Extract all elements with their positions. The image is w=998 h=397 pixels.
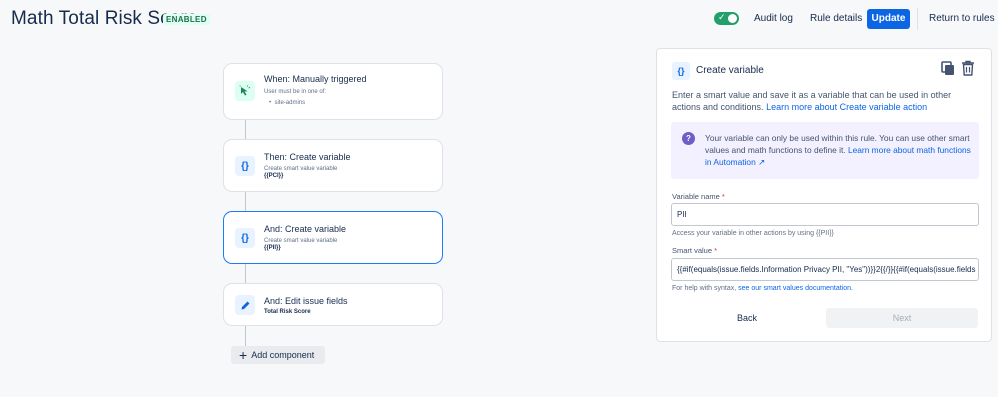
back-button[interactable]: Back [722, 308, 772, 328]
smart-value-help: For help with syntax, see our smart valu… [672, 285, 853, 292]
trigger-card[interactable]: When: Manually triggered User must be in… [223, 63, 443, 120]
smart-values-docs-link[interactable]: see our smart values documentation. [738, 285, 853, 292]
smart-value-input[interactable]: {{#if(equals(issue.fields.Information Pr… [671, 258, 979, 281]
pencil-icon [235, 295, 255, 315]
flow-connector [245, 191, 246, 211]
curly-braces-icon: {} [672, 62, 690, 80]
curly-braces-icon: {} [235, 156, 255, 176]
required-mark: * [714, 246, 718, 255]
info-text-block: Your variable can only be used within th… [705, 132, 975, 168]
action-subtitle: Create smart value variable [264, 166, 338, 172]
action-value: Total Risk Score [264, 309, 311, 315]
create-variable-panel: {} Create variable Enter a smart value a… [656, 48, 992, 342]
action-subtitle: Create smart value variable [264, 238, 338, 244]
action-card-edit-issue-fields[interactable]: And: Edit issue fields Total Risk Score [223, 283, 443, 326]
plus-icon: + [239, 347, 248, 363]
rule-enabled-toggle[interactable]: ✓ [714, 12, 739, 25]
smart-value-label: Smart value * [672, 246, 717, 255]
audit-log-button[interactable]: Audit log [754, 9, 793, 29]
variable-name-label: Variable name * [672, 192, 725, 201]
rule-details-button[interactable]: Rule details [810, 9, 862, 29]
curly-braces-icon: {} [235, 228, 255, 248]
trigger-subtitle: User must be in one of: [264, 89, 327, 95]
flow-connector [245, 119, 246, 139]
action-title: And: Create variable [264, 224, 347, 234]
copy-icon[interactable] [941, 61, 955, 77]
question-icon: ? [682, 132, 695, 145]
learn-more-link[interactable]: Learn more about Create variable action [766, 102, 927, 112]
trigger-list-label: site-admins [274, 100, 306, 106]
variable-name-input[interactable]: PII [671, 203, 979, 226]
status-badge: ENABLED [163, 14, 210, 25]
add-component-label: Add component [251, 350, 315, 360]
action-card-create-variable-pci[interactable]: {} Then: Create variable Create smart va… [223, 139, 443, 192]
action-title: And: Edit issue fields [264, 296, 348, 306]
panel-description: Enter a smart value and save it as a var… [672, 89, 982, 113]
trigger-list-item: • site-admins [269, 100, 305, 106]
variable-name-label-text: Variable name [672, 192, 720, 201]
required-mark: * [721, 192, 725, 201]
check-icon: ✓ [718, 13, 726, 23]
info-message: ? Your variable can only be used within … [671, 122, 979, 179]
variable-name-help: Access your variable in other actions by… [672, 230, 834, 237]
return-to-rules-button[interactable]: Return to rules [929, 9, 995, 29]
flow-connector [245, 325, 246, 346]
panel-title: Create variable [696, 65, 764, 76]
action-value: {{PII}} [264, 245, 281, 251]
action-title: Then: Create variable [264, 152, 351, 162]
update-button[interactable]: Update [867, 9, 910, 29]
trash-icon[interactable] [961, 60, 975, 76]
action-card-create-variable-pii[interactable]: {} And: Create variable Create smart val… [223, 211, 443, 264]
smart-value-help-text: For help with syntax, [672, 285, 737, 292]
trigger-title: When: Manually triggered [264, 74, 367, 84]
add-component-button[interactable]: + Add component [231, 346, 325, 364]
toggle-knob [728, 14, 737, 23]
smart-value-label-text: Smart value [672, 246, 713, 255]
action-value: {{PCI}} [264, 173, 284, 179]
header-divider [917, 8, 918, 30]
flow-connector [245, 263, 246, 283]
next-button[interactable]: Next [826, 308, 978, 328]
cursor-click-icon [235, 81, 255, 101]
